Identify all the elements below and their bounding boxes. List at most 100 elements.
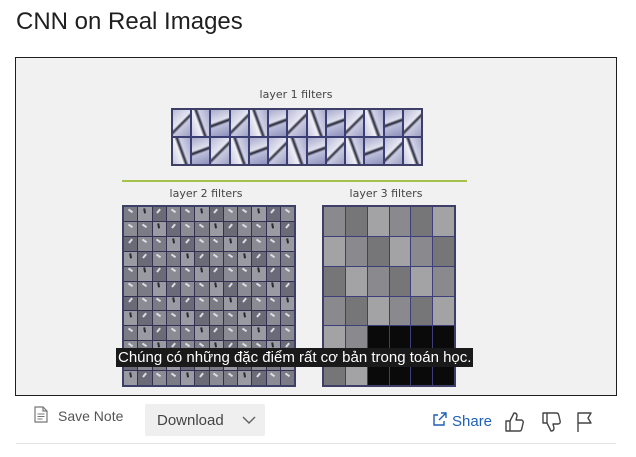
- toolbar-divider: [16, 443, 616, 444]
- filter-tile: [124, 281, 138, 296]
- filter-tile: [346, 110, 364, 136]
- filter-tile: [152, 371, 166, 385]
- filter-tile: [166, 266, 180, 281]
- filter-tile: [411, 296, 433, 326]
- filter-tile: [192, 110, 210, 136]
- filter-tile: [181, 251, 195, 266]
- filter-tile: [195, 266, 209, 281]
- filter-tile: [181, 281, 195, 296]
- filter-tile: [280, 236, 294, 251]
- filter-tile: [384, 110, 402, 136]
- filter-tile: [138, 236, 152, 251]
- filter-tile: [166, 371, 180, 385]
- filter-tile: [223, 266, 237, 281]
- filter-tile: [181, 221, 195, 236]
- flag-icon[interactable]: [576, 411, 594, 438]
- filter-tile: [252, 311, 266, 326]
- filter-tile: [345, 296, 367, 326]
- filter-tile: [280, 371, 294, 385]
- filter-tile: [181, 207, 195, 221]
- filter-tile: [209, 326, 223, 341]
- filter-tile: [252, 251, 266, 266]
- filter-tile: [124, 296, 138, 311]
- filter-tile: [195, 236, 209, 251]
- filter-tile: [324, 207, 345, 236]
- filter-tile: [209, 311, 223, 326]
- filter-tile: [152, 221, 166, 236]
- share-label: Share: [452, 412, 493, 430]
- filter-tile: [288, 138, 306, 164]
- filter-tile: [195, 296, 209, 311]
- filter-tile: [152, 236, 166, 251]
- filter-tile: [124, 251, 138, 266]
- filter-tile: [138, 251, 152, 266]
- filter-tile: [346, 138, 364, 164]
- download-label: Download: [157, 411, 224, 429]
- filter-tile: [326, 138, 345, 164]
- filter-tile: [223, 296, 237, 311]
- save-note-button[interactable]: Save Note: [34, 406, 123, 426]
- filter-tile: [266, 251, 280, 266]
- filter-tile: [209, 296, 223, 311]
- filter-tile: [181, 266, 195, 281]
- filter-tile: [266, 311, 280, 326]
- filter-tile: [266, 281, 280, 296]
- filter-tile: [280, 251, 294, 266]
- filter-tile: [307, 138, 325, 164]
- filter-tile: [389, 266, 411, 296]
- filter-tile: [138, 326, 152, 341]
- filter-tile: [124, 311, 138, 326]
- filter-tile: [209, 221, 223, 236]
- filter-tile: [326, 110, 345, 136]
- download-dropdown[interactable]: Download: [145, 404, 265, 436]
- filter-tile: [280, 311, 294, 326]
- filter-tile: [195, 281, 209, 296]
- video-player[interactable]: layer 1 filters layer 2 filters layer 3 …: [15, 57, 617, 396]
- filter-tile: [181, 326, 195, 341]
- video-toolbar: Save Note Download Share: [0, 400, 636, 444]
- filter-tile: [252, 221, 266, 236]
- filter-tile: [223, 311, 237, 326]
- filter-tile: [124, 371, 138, 385]
- filter-tile: [266, 266, 280, 281]
- layer3-label: layer 3 filters: [349, 187, 423, 200]
- filter-tile: [152, 251, 166, 266]
- filter-tile: [195, 371, 209, 385]
- filter-tile: [238, 371, 252, 385]
- filter-tile: [209, 251, 223, 266]
- filter-tile: [223, 221, 237, 236]
- filter-tile: [266, 221, 280, 236]
- filter-tile: [138, 207, 152, 221]
- filter-tile: [252, 281, 266, 296]
- filter-tile: [138, 296, 152, 311]
- filter-tile: [367, 266, 389, 296]
- filter-tile: [403, 110, 421, 136]
- slide-divider: [122, 180, 467, 182]
- filter-tile: [252, 371, 266, 385]
- filter-tile: [173, 138, 191, 164]
- thumbs-down-icon[interactable]: [540, 411, 562, 438]
- filter-tile: [238, 207, 252, 221]
- filter-tile: [280, 221, 294, 236]
- filter-tile: [195, 251, 209, 266]
- page-title: CNN on Real Images: [16, 8, 243, 35]
- filter-tile: [181, 371, 195, 385]
- filter-tile: [252, 296, 266, 311]
- filter-tile: [152, 266, 166, 281]
- filter-tile: [345, 236, 367, 266]
- filter-tile: [345, 266, 367, 296]
- filter-tile: [173, 110, 191, 136]
- filter-tile: [138, 371, 152, 385]
- filter-tile: [238, 221, 252, 236]
- thumbs-up-icon[interactable]: [503, 411, 525, 438]
- filter-tile: [166, 281, 180, 296]
- filter-tile: [403, 138, 421, 164]
- filter-tile: [238, 311, 252, 326]
- share-button[interactable]: Share: [433, 412, 492, 430]
- filter-tile: [166, 207, 180, 221]
- filter-tile: [365, 138, 383, 164]
- chevron-down-icon: [241, 412, 257, 432]
- filter-tile: [124, 207, 138, 221]
- filter-tile: [152, 207, 166, 221]
- filter-tile: [389, 236, 411, 266]
